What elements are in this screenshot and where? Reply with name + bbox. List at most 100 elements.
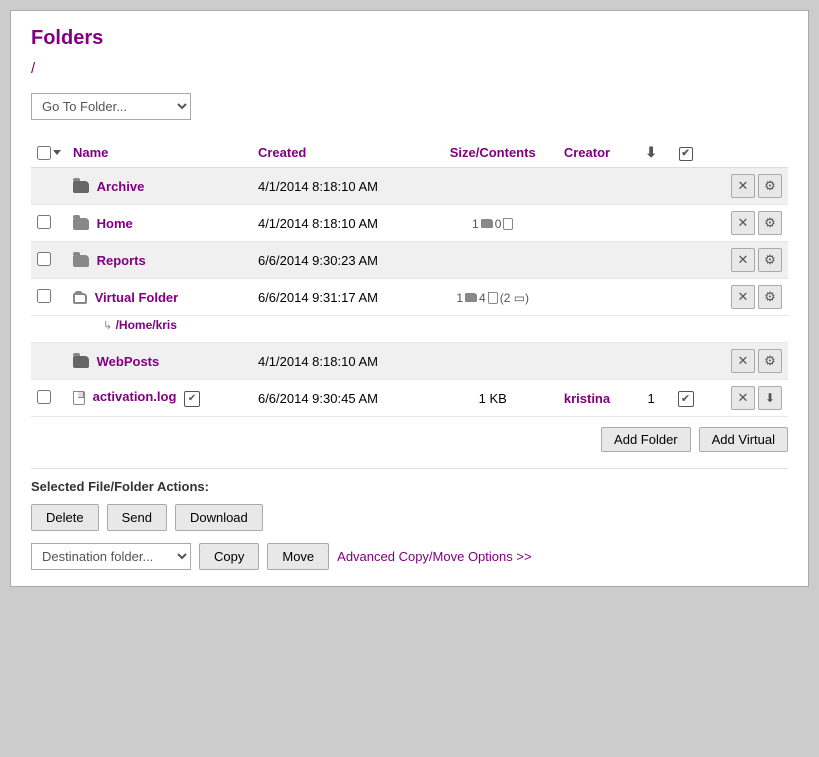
row-check-cell: ✔ (667, 380, 704, 417)
row-download-cell (635, 205, 667, 242)
file-table: Name Created Size/Contents Creator ⬇ (31, 138, 788, 417)
row-check-icon[interactable]: ✔ (678, 391, 694, 407)
mini-folder-icon (481, 219, 493, 228)
download-row-button[interactable]: ⬇ (758, 386, 782, 410)
virtual-folder-icon (73, 293, 87, 304)
settings-row-button[interactable]: ⚙ (758, 248, 782, 272)
shared-folder-icon (73, 181, 89, 193)
subpath-cell: ↳ /Home/kris (67, 316, 788, 343)
row-created-cell: 6/6/2014 9:31:17 AM (252, 279, 428, 316)
subpath-row: ↳ /Home/kris (31, 316, 788, 343)
dest-row: Destination folder... Copy Move Advanced… (31, 543, 788, 570)
size-contents-value: 1 4 (2 ▭) (456, 291, 529, 305)
breadcrumb: / (31, 60, 788, 77)
file-link[interactable]: activation.log (93, 389, 177, 404)
select-all-checkbox[interactable] (37, 146, 51, 160)
webposts-link[interactable]: WebPosts (97, 354, 160, 369)
row-name-cell: activation.log ✔ (67, 380, 252, 417)
archive-link[interactable]: Archive (97, 179, 145, 194)
creator-link[interactable]: kristina (564, 391, 610, 406)
send-button[interactable]: Send (107, 504, 167, 531)
row-action-cell: ✕ ⚙ (704, 279, 788, 316)
row-checkbox-cell (31, 279, 67, 316)
row-checkbox[interactable] (37, 215, 51, 229)
settings-row-button[interactable]: ⚙ (758, 285, 782, 309)
row-size-cell (428, 242, 558, 279)
row-checkbox[interactable] (37, 390, 51, 404)
row-created-cell: 6/6/2014 9:30:23 AM (252, 242, 428, 279)
advanced-link[interactable]: Advanced Copy/Move Options >> (337, 549, 531, 564)
folder-icon (73, 218, 89, 230)
check-header-icon[interactable]: ✔ (679, 147, 693, 161)
move-button[interactable]: Move (267, 543, 329, 570)
row-creator-cell (558, 242, 635, 279)
row-created-cell: 4/1/2014 8:18:10 AM (252, 343, 428, 380)
delete-button[interactable]: Delete (31, 504, 99, 531)
goto-folder-select[interactable]: Go To Folder... (31, 93, 191, 120)
row-created-cell: 6/6/2014 9:30:45 AM (252, 380, 428, 417)
row-creator-cell (558, 168, 635, 205)
download-button[interactable]: Download (175, 504, 263, 531)
add-virtual-button[interactable]: Add Virtual (699, 427, 788, 452)
row-name-cell: Virtual Folder (67, 279, 252, 316)
settings-row-button[interactable]: ⚙ (758, 174, 782, 198)
actions-row: Delete Send Download (31, 504, 788, 531)
copy-button[interactable]: Copy (199, 543, 259, 570)
row-action-cell: ✕ ⚙ (704, 242, 788, 279)
folder-icon (73, 255, 89, 267)
page-title: Folders (31, 27, 788, 50)
delete-row-button[interactable]: ✕ (731, 386, 755, 410)
file-icon (73, 391, 85, 405)
table-row: Virtual Folder 6/6/2014 9:31:17 AM 1 4 (… (31, 279, 788, 316)
main-window: Folders / Go To Folder... Name (10, 10, 809, 587)
file-check-badge: ✔ (184, 391, 200, 407)
row-creator-cell (558, 205, 635, 242)
delete-row-button[interactable]: ✕ (731, 211, 755, 235)
row-checkbox-cell (31, 205, 67, 242)
subpath-link[interactable]: /Home/kris (116, 318, 177, 332)
subpath-empty (31, 316, 67, 343)
delete-row-button[interactable]: ✕ (731, 349, 755, 373)
download-header-icon[interactable]: ⬇ (645, 144, 657, 160)
row-size-cell: 1 4 (2 ▭) (428, 279, 558, 316)
virtual-folder-link[interactable]: Virtual Folder (95, 290, 179, 305)
table-row: WebPosts 4/1/2014 8:18:10 AM ✕ ⚙ (31, 343, 788, 380)
actions-section-label: Selected File/Folder Actions: (31, 479, 788, 494)
row-download-cell (635, 279, 667, 316)
settings-row-button[interactable]: ⚙ (758, 211, 782, 235)
mini-file-icon (503, 218, 513, 230)
col-header-download: ⬇ (635, 138, 667, 168)
mini-file-icon (488, 292, 498, 304)
delete-row-button[interactable]: ✕ (731, 285, 755, 309)
select-dropdown-arrow[interactable] (53, 150, 61, 155)
row-action-cell: ✕ ⚙ (704, 343, 788, 380)
home-link[interactable]: Home (97, 216, 133, 231)
destination-folder-select[interactable]: Destination folder... (31, 543, 191, 570)
row-created-cell: 4/1/2014 8:18:10 AM (252, 205, 428, 242)
size-contents-value: 1 0 (472, 217, 513, 231)
add-folder-button[interactable]: Add Folder (601, 427, 691, 452)
col-header-name: Name (67, 138, 252, 168)
row-name-cell: Archive (67, 168, 252, 205)
row-action-cell: ✕ ⚙ (704, 168, 788, 205)
col-header-check: ✔ (667, 138, 704, 168)
header-checkbox-col (31, 138, 67, 168)
table-row: Home 4/1/2014 8:18:10 AM 1 0 ✕ (31, 205, 788, 242)
row-download-cell (635, 343, 667, 380)
delete-row-button[interactable]: ✕ (731, 248, 755, 272)
row-download-cell (635, 168, 667, 205)
col-header-size: Size/Contents (428, 138, 558, 168)
delete-row-button[interactable]: ✕ (731, 174, 755, 198)
reports-link[interactable]: Reports (97, 253, 146, 268)
row-checkbox[interactable] (37, 252, 51, 266)
row-checkbox[interactable] (37, 289, 51, 303)
table-row: activation.log ✔ 6/6/2014 9:30:45 AM 1 K… (31, 380, 788, 417)
row-name-cell: Reports (67, 242, 252, 279)
settings-row-button[interactable]: ⚙ (758, 349, 782, 373)
row-version-cell: 1 (635, 380, 667, 417)
col-header-actions (704, 138, 788, 168)
row-check-cell (667, 242, 704, 279)
row-checkbox-cell (31, 343, 67, 380)
row-check-cell (667, 168, 704, 205)
col-header-created: Created (252, 138, 428, 168)
